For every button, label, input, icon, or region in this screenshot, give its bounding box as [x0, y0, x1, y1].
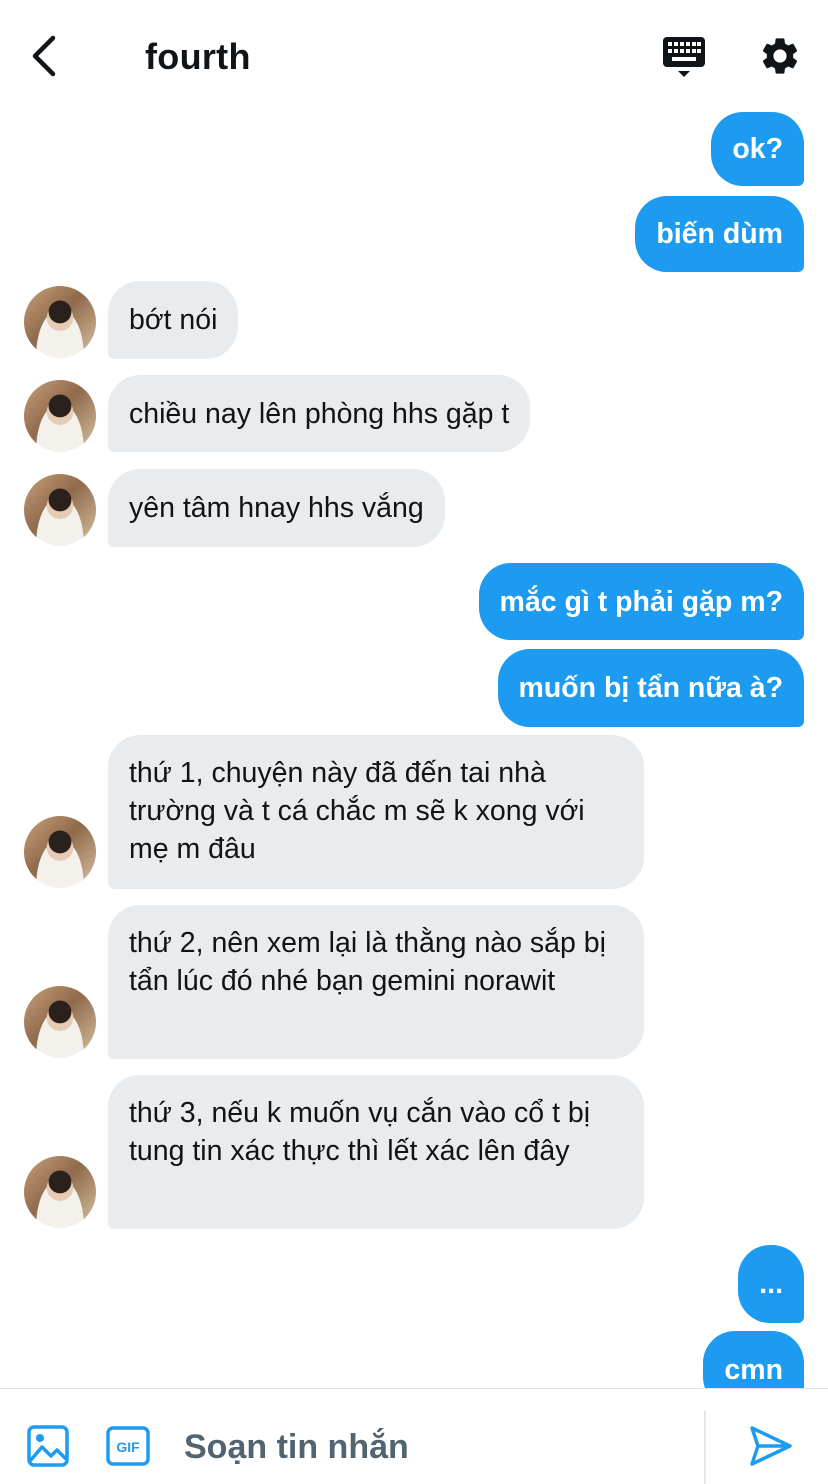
avatar[interactable] — [24, 1156, 96, 1228]
back-button[interactable] — [26, 34, 66, 78]
message-bubble-incoming: thứ 1, chuyện này đã đến tai nhà trường … — [108, 735, 644, 889]
message-bubble-outgoing: biến dùm — [635, 196, 804, 272]
avatar[interactable] — [24, 380, 96, 452]
keyboard-icon — [663, 37, 705, 77]
message-bubble-outgoing: cmn — [703, 1331, 804, 1388]
attach-image-button[interactable] — [27, 1425, 69, 1467]
message-bubble-incoming: thứ 2, nên xem lại là thằng nào sắp bị t… — [108, 905, 644, 1059]
message-bubble-outgoing: muốn bị tẩn nữa à? — [497, 649, 804, 727]
message-bubble-incoming: thứ 3, nếu k muốn vụ cắn vào cổ t bị tun… — [108, 1075, 644, 1229]
avatar[interactable] — [24, 986, 96, 1058]
message-input[interactable] — [184, 1417, 684, 1477]
avatar[interactable] — [24, 474, 96, 546]
keyboard-shortcuts-button[interactable] — [662, 36, 706, 80]
message-bubble-outgoing: ok? — [711, 112, 804, 186]
avatar[interactable] — [24, 816, 96, 888]
message-bubble-incoming: bớt nói — [108, 281, 239, 359]
avatar[interactable] — [24, 286, 96, 358]
gif-label: GIF — [116, 1439, 140, 1455]
composer-divider — [704, 1411, 706, 1484]
message-bubble-outgoing: ... — [738, 1245, 804, 1323]
settings-button[interactable] — [758, 34, 802, 78]
attach-gif-button[interactable]: GIF — [106, 1426, 150, 1466]
back-arrow-icon — [32, 35, 56, 77]
image-icon — [27, 1425, 69, 1467]
send-button[interactable] — [748, 1425, 794, 1467]
conversation-header: fourth — [0, 0, 828, 112]
gif-icon: GIF — [106, 1426, 150, 1466]
message-bubble-outgoing: mắc gì t phải gặp m? — [478, 563, 804, 640]
gear-icon — [762, 38, 798, 74]
message-bubble-incoming: chiều nay lên phòng hhs gặp t — [108, 375, 531, 452]
message-composer: GIF — [0, 1388, 828, 1484]
send-icon — [750, 1426, 792, 1466]
conversation-title: fourth — [145, 36, 251, 77]
message-bubble-incoming: yên tâm hnay hhs vắng — [108, 469, 445, 547]
message-thread[interactable]: ok? biến dùm bớt nói chiều nay lên phòng… — [0, 0, 828, 1388]
